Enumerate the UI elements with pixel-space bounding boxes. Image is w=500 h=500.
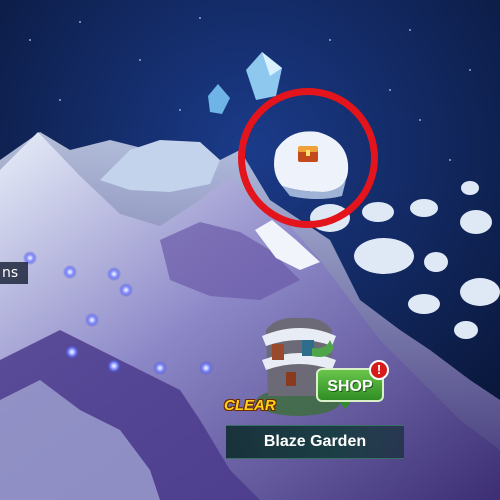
stage-name: Blaze Garden [263,433,367,450]
clear-badge: CLEAR [224,397,276,414]
path-node-icon [119,283,133,297]
path-node-icon [107,267,121,281]
stage-name-banner[interactable]: Blaze Garden [226,425,404,459]
region-label-text: ns [2,265,19,281]
path-node-icon [85,313,99,327]
path-node-icon [65,345,79,359]
alert-icon: ! [369,360,389,380]
path-node-icon [107,359,121,373]
path-node-icon [153,361,167,375]
path-node-icon [63,265,77,279]
highlight-ring [238,88,378,228]
path-node-icon [199,361,213,375]
region-label[interactable]: ns [0,262,28,284]
